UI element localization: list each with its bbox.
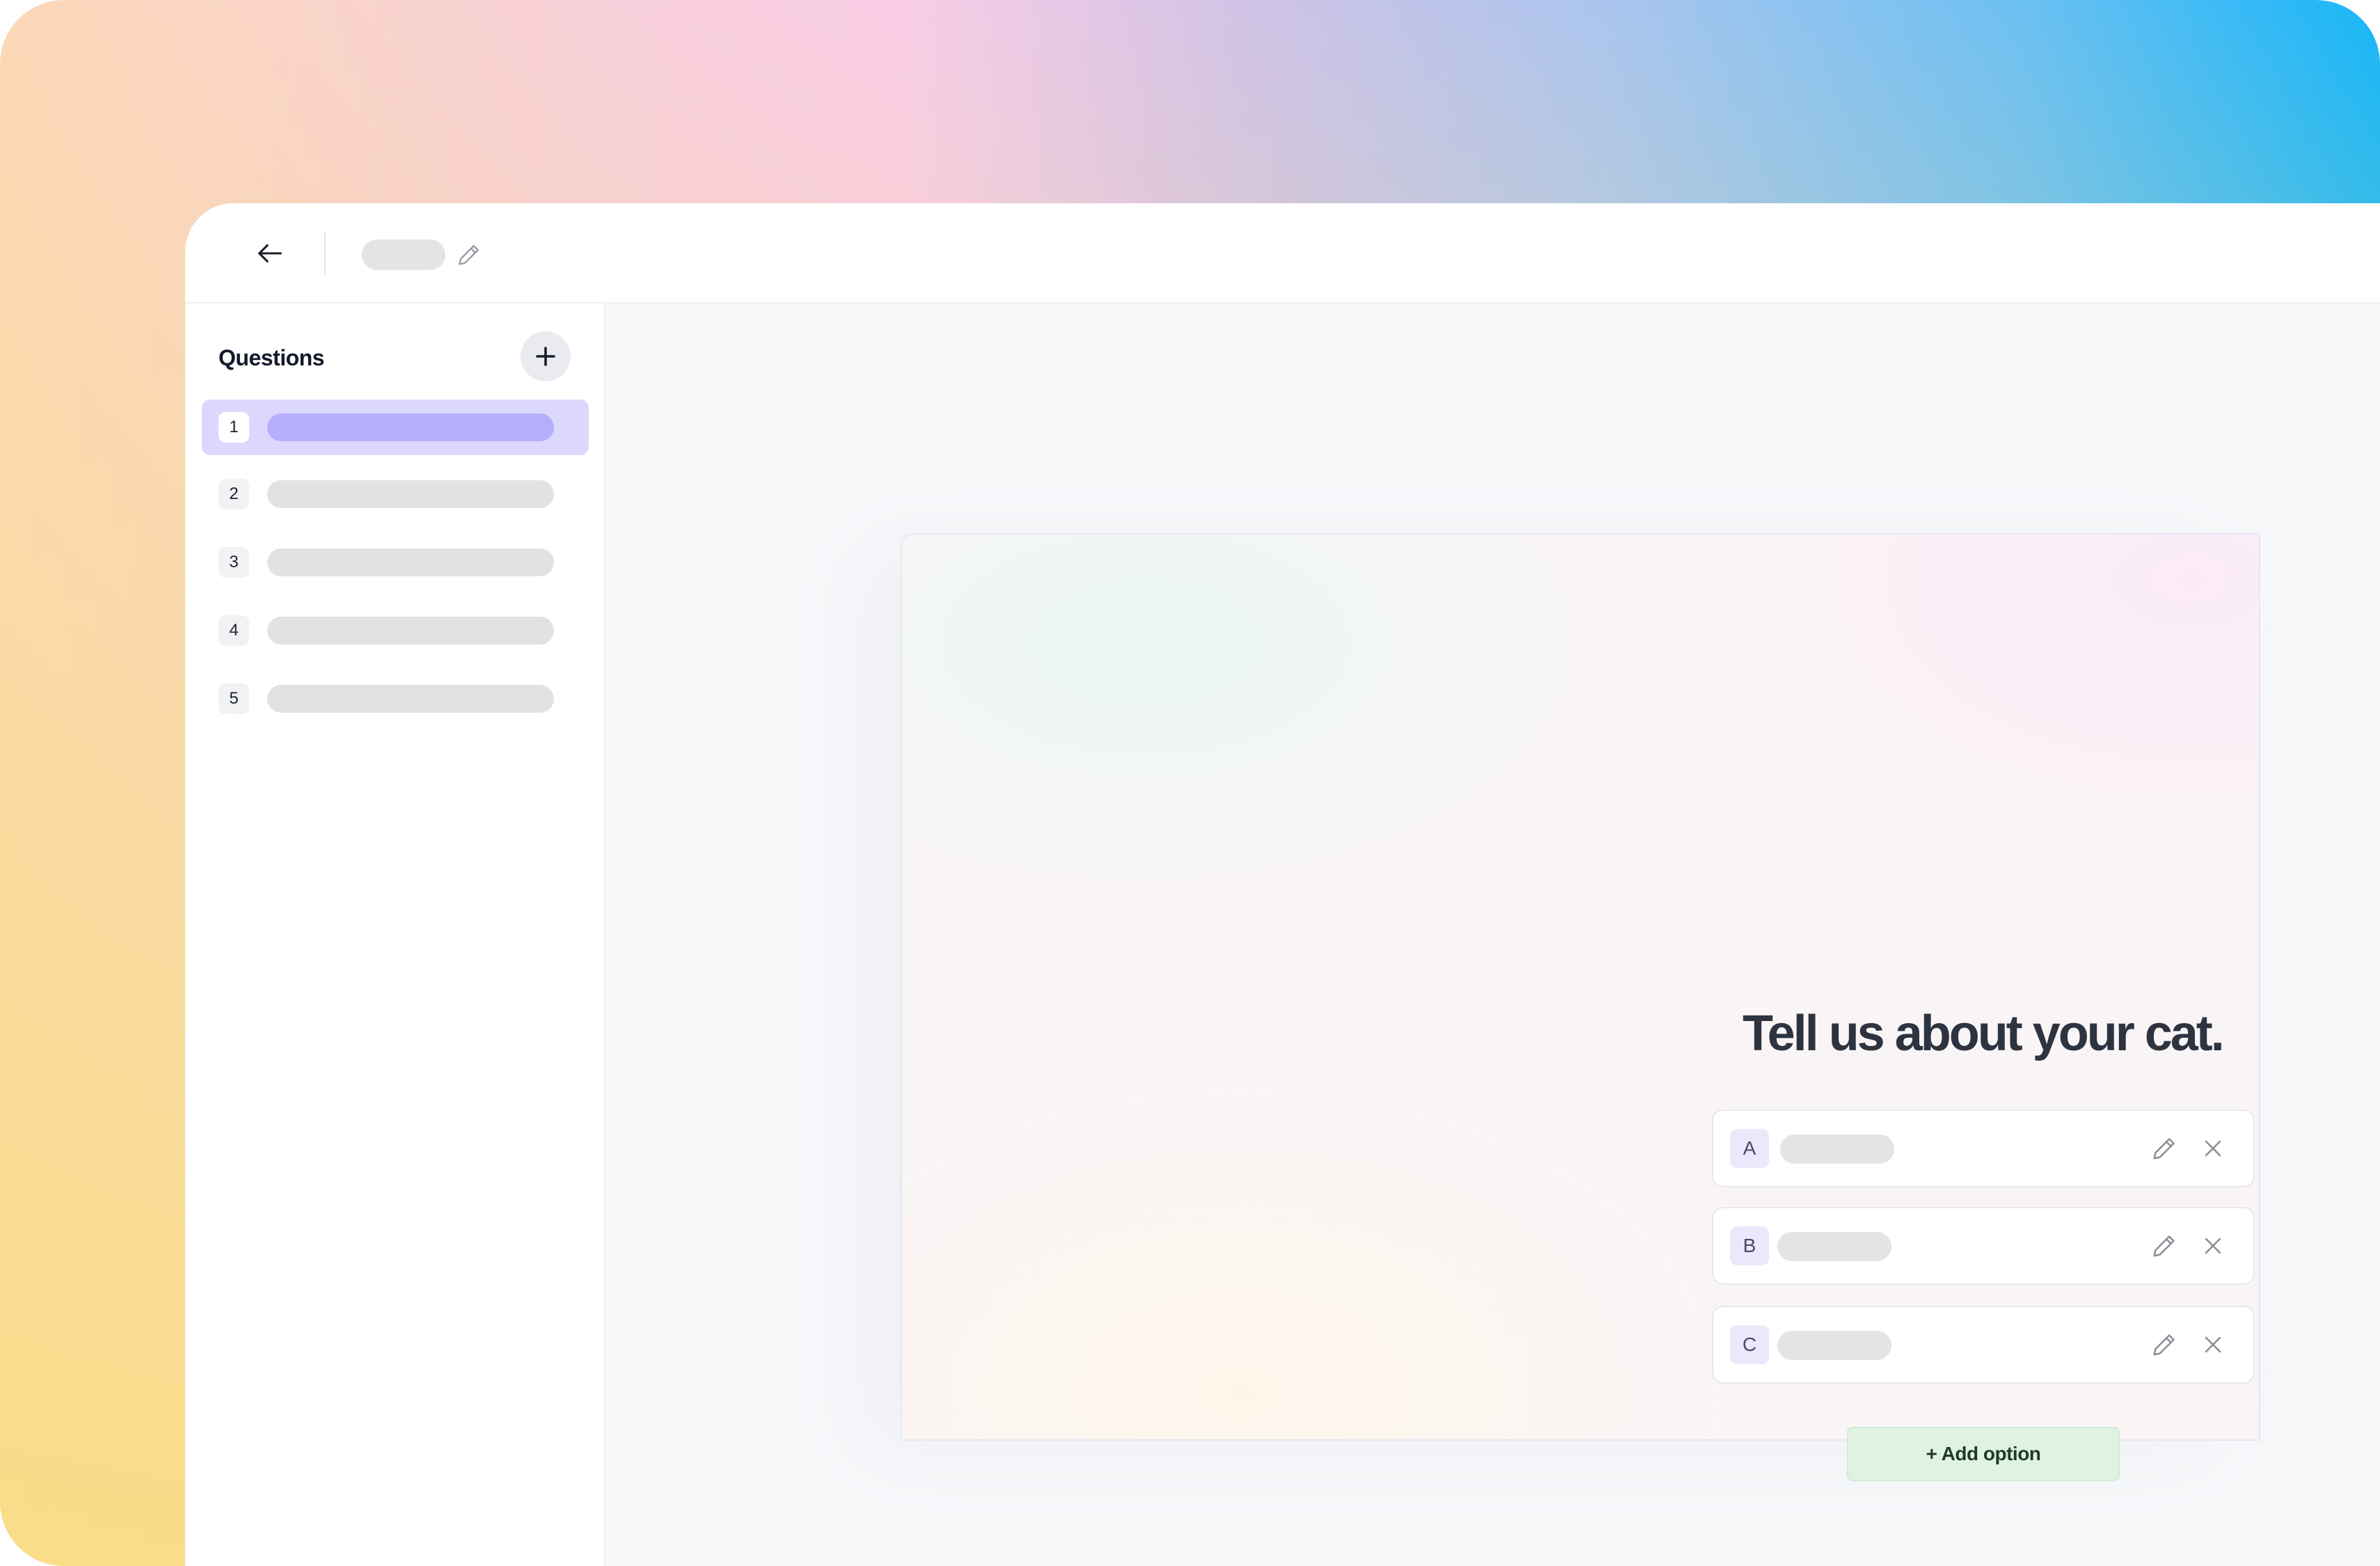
question-label-placeholder xyxy=(267,617,554,644)
question-number: 2 xyxy=(219,479,249,509)
option-a[interactable]: A xyxy=(1712,1109,2255,1187)
option-c[interactable]: C xyxy=(1712,1306,2255,1384)
option-text-placeholder xyxy=(1777,1331,1891,1360)
question-title[interactable]: Tell us about your cat. xyxy=(1743,1005,2230,1062)
question-item-4[interactable]: 4 xyxy=(202,603,589,658)
question-item-1[interactable]: 1 xyxy=(202,400,589,455)
pencil-icon xyxy=(2153,1235,2175,1257)
back-button[interactable] xyxy=(249,232,291,274)
pencil-icon xyxy=(459,245,479,265)
option-letter: C xyxy=(1730,1325,1769,1364)
question-card xyxy=(901,533,2260,1441)
option-text-placeholder xyxy=(1777,1232,1891,1261)
close-icon xyxy=(2205,1140,2221,1157)
edit-title-button[interactable] xyxy=(452,238,486,271)
delete-option-button[interactable] xyxy=(2196,1328,2230,1361)
question-label-placeholder xyxy=(267,685,554,713)
option-letter: B xyxy=(1730,1226,1769,1265)
pencil-icon xyxy=(2153,1334,2175,1356)
option-letter: A xyxy=(1730,1129,1769,1168)
close-icon xyxy=(2205,1237,2221,1254)
close-icon xyxy=(2205,1336,2221,1353)
question-number: 5 xyxy=(219,683,249,714)
question-label-placeholder xyxy=(267,413,554,441)
question-label-placeholder xyxy=(267,480,554,508)
question-item-5[interactable]: 5 xyxy=(202,671,589,727)
question-number: 4 xyxy=(219,615,249,646)
question-item-3[interactable]: 3 xyxy=(202,535,589,590)
question-number: 1 xyxy=(219,412,249,443)
edit-option-button[interactable] xyxy=(2148,1229,2181,1263)
edit-option-button[interactable] xyxy=(2148,1132,2181,1165)
delete-option-button[interactable] xyxy=(2196,1229,2230,1263)
option-b[interactable]: B xyxy=(1712,1207,2255,1285)
add-question-button[interactable] xyxy=(521,331,571,381)
form-title-placeholder[interactable] xyxy=(362,239,445,270)
plus-icon xyxy=(536,347,555,366)
arrow-left-icon xyxy=(258,244,282,263)
question-number: 3 xyxy=(219,547,249,578)
option-text-placeholder xyxy=(1780,1134,1894,1164)
question-label-placeholder xyxy=(267,548,554,576)
questions-sidebar: Questions 1 2 3 4 5 xyxy=(185,303,605,1566)
question-item-2[interactable]: 2 xyxy=(202,466,589,522)
pencil-icon xyxy=(2153,1138,2175,1160)
top-bar xyxy=(185,203,2380,303)
divider xyxy=(324,232,326,274)
delete-option-button[interactable] xyxy=(2196,1132,2230,1165)
edit-option-button[interactable] xyxy=(2148,1328,2181,1361)
sidebar-title: Questions xyxy=(219,345,324,370)
add-option-button[interactable]: + Add option xyxy=(1847,1427,2120,1481)
